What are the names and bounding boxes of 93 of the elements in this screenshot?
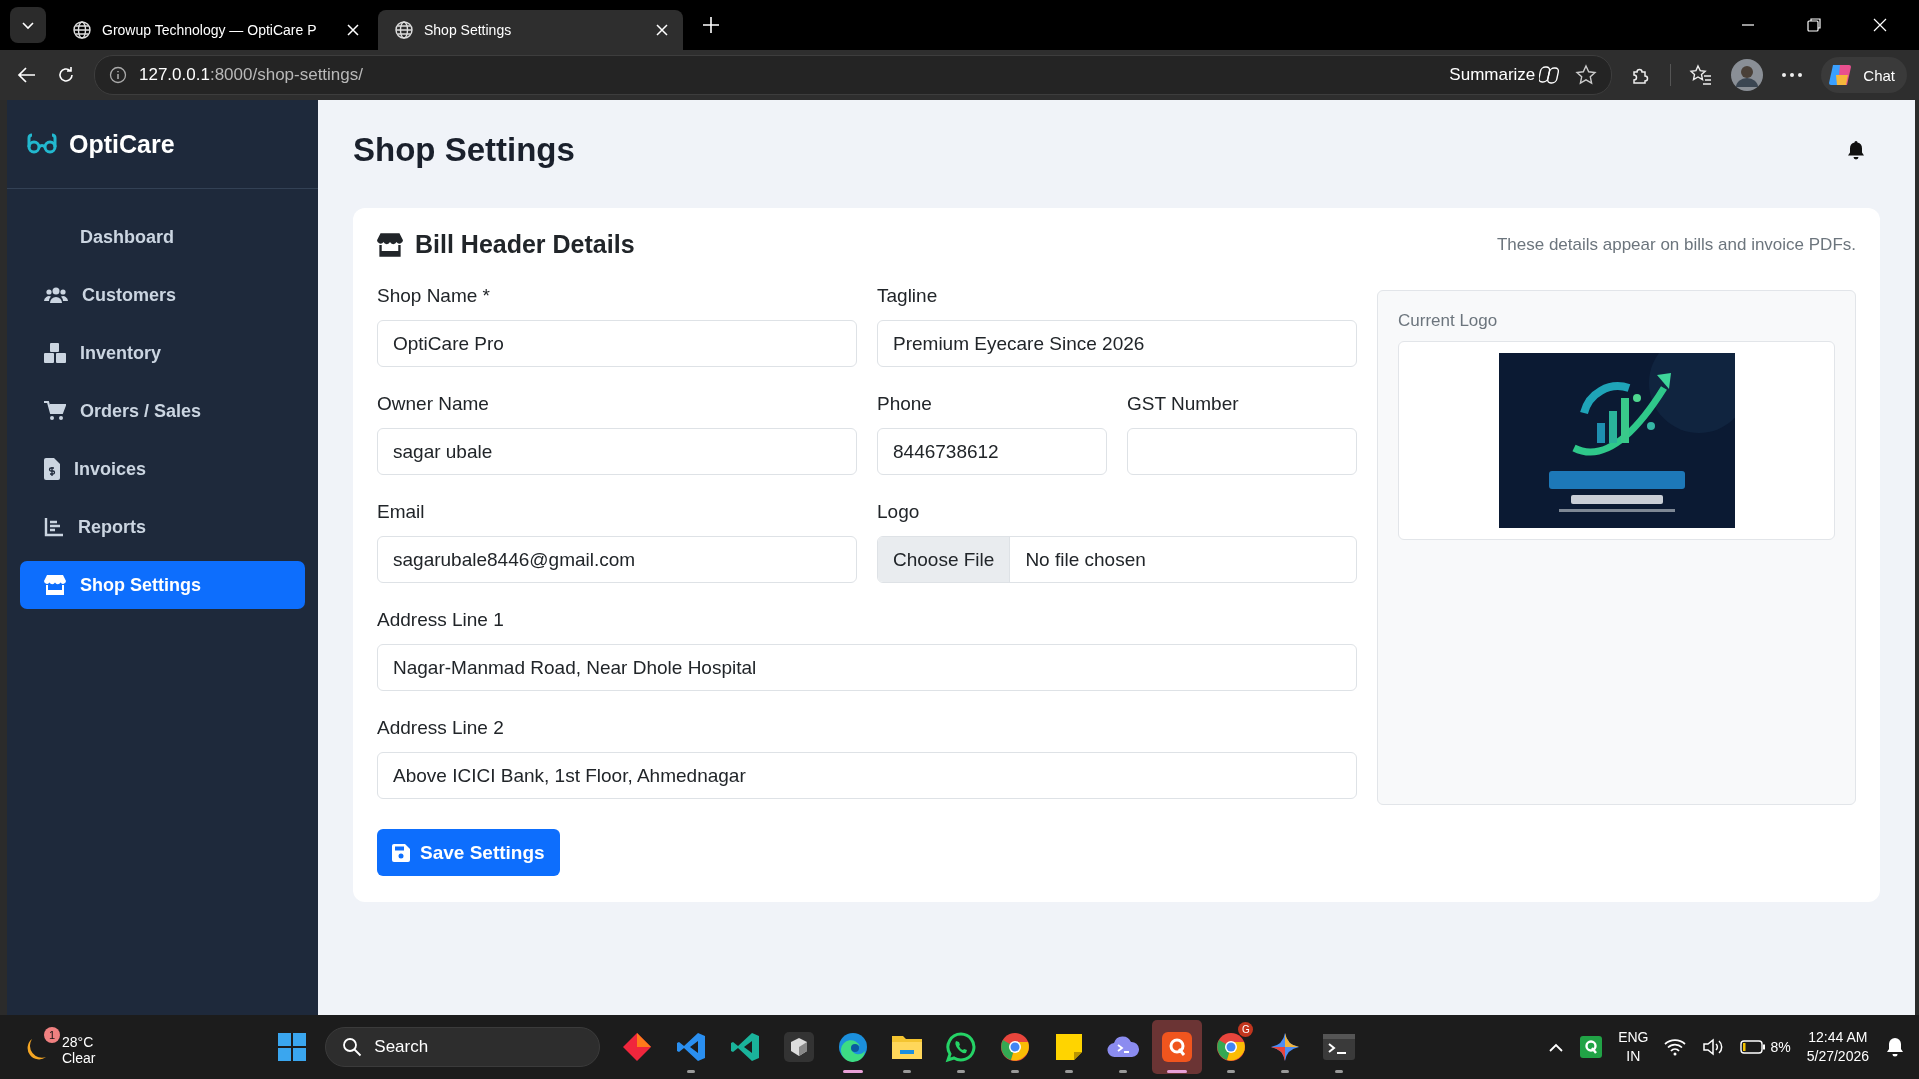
sidebar-item[interactable]: Shop Settings bbox=[20, 561, 305, 609]
sidebar-item[interactable]: Customers bbox=[20, 271, 305, 319]
wifi-icon[interactable] bbox=[1664, 1038, 1687, 1056]
summarize-button[interactable]: Summarize bbox=[1449, 65, 1536, 85]
sidebar-item[interactable]: Inventory bbox=[20, 329, 305, 377]
folder-icon bbox=[891, 1033, 924, 1061]
restore-icon[interactable] bbox=[1807, 18, 1821, 32]
brand-name: OptiCare bbox=[69, 129, 175, 159]
taskbar-app[interactable] bbox=[1152, 1020, 1203, 1074]
windows-start-icon[interactable] bbox=[277, 1032, 308, 1062]
cart-icon bbox=[44, 400, 66, 422]
favorites-icon[interactable] bbox=[1689, 64, 1714, 86]
chrome-icon bbox=[999, 1031, 1032, 1063]
star-icon[interactable] bbox=[1575, 64, 1598, 86]
card-title: Bill Header Details bbox=[415, 230, 635, 259]
language-indicator[interactable]: ENG IN bbox=[1618, 1028, 1649, 1066]
field-label: Email bbox=[377, 501, 426, 523]
field-label: GST Number bbox=[1127, 393, 1240, 415]
browser-icon bbox=[837, 1031, 870, 1063]
temperature-text: 28°C bbox=[62, 1034, 95, 1050]
input-field[interactable]: sagar ubale bbox=[377, 428, 857, 475]
weather-condition: Clear bbox=[62, 1050, 96, 1066]
notification-badge: 1 bbox=[44, 1027, 60, 1043]
taskbar-app[interactable]: G bbox=[1206, 1020, 1257, 1074]
sidebar-item[interactable]: Invoices bbox=[20, 445, 305, 493]
field-label: Address Line 2 bbox=[377, 717, 505, 739]
code-editor-icon bbox=[729, 1031, 762, 1063]
sidebar-item[interactable]: Dashboard bbox=[20, 213, 305, 261]
field-label: Owner Name bbox=[377, 393, 490, 415]
boxes-icon bbox=[44, 342, 66, 364]
more-icon[interactable] bbox=[1781, 72, 1804, 78]
input-field[interactable] bbox=[1127, 428, 1357, 475]
info-icon bbox=[109, 66, 127, 84]
close-icon[interactable] bbox=[346, 23, 360, 37]
sticky-note-icon bbox=[1054, 1032, 1085, 1062]
weather-widget[interactable]: 1 28°C Clear bbox=[24, 1025, 96, 1069]
field-label: Tagline bbox=[877, 285, 939, 307]
invoice-icon bbox=[44, 458, 60, 480]
globe-icon bbox=[72, 20, 92, 40]
browser-tab[interactable]: Shop Settings bbox=[378, 10, 683, 50]
input-field[interactable]: sagarubale8446@gmail.com bbox=[377, 536, 857, 583]
clock[interactable]: 12:44 AM 5/27/2026 bbox=[1806, 1028, 1869, 1066]
taskbar-search-field[interactable]: Search bbox=[325, 1027, 601, 1067]
address-field[interactable]: 127.0.0.1:8000/shop-settings/ Summarize bbox=[94, 55, 1613, 95]
chevron-up-icon[interactable] bbox=[1548, 1042, 1565, 1052]
new-tab-icon[interactable] bbox=[701, 15, 721, 35]
bell-icon[interactable] bbox=[1847, 140, 1865, 160]
input-field[interactable]: 8446738612 bbox=[877, 428, 1107, 475]
search-icon bbox=[342, 1037, 363, 1057]
q-app-icon[interactable] bbox=[1580, 1036, 1603, 1058]
globe-icon bbox=[394, 20, 414, 40]
save-button[interactable]: Save Settings bbox=[377, 829, 560, 876]
input-field[interactable]: OptiCare Pro bbox=[377, 320, 857, 367]
glasses-icon bbox=[27, 133, 57, 155]
reload-icon[interactable] bbox=[56, 65, 76, 85]
q-app-icon bbox=[1162, 1032, 1193, 1062]
hint-text: These details appear on bills and invoice PDFs. bbox=[1496, 234, 1856, 255]
store-icon bbox=[377, 232, 403, 257]
terminal-icon bbox=[1323, 1034, 1356, 1060]
file-status-text: No file chosen bbox=[1024, 548, 1147, 571]
avatar-icon[interactable] bbox=[1731, 59, 1764, 91]
url-text: 127.0.0.1:8000/shop-settings/ bbox=[139, 65, 363, 85]
volume-icon[interactable] bbox=[1702, 1038, 1725, 1056]
panel-label: Current Logo bbox=[1398, 311, 1499, 331]
field-label: Address Line 1 bbox=[377, 609, 505, 631]
notification-badge: G bbox=[1238, 1022, 1254, 1037]
close-icon[interactable] bbox=[655, 23, 669, 37]
notification-bell-icon[interactable] bbox=[1885, 1037, 1905, 1057]
field-label: Phone bbox=[877, 393, 933, 415]
battery-indicator[interactable]: 8% bbox=[1740, 1039, 1791, 1055]
sidebar-item[interactable]: Orders / Sales bbox=[20, 387, 305, 435]
field-label: Shop Name * bbox=[377, 285, 491, 307]
input-field[interactable]: Above ICICI Bank, 1st Floor, Ahmednagar bbox=[377, 752, 1357, 799]
users-icon bbox=[44, 285, 68, 305]
input-field[interactable]: Nagar-Manmad Road, Near Dhole Hospital bbox=[377, 644, 1357, 691]
page-title: Shop Settings bbox=[353, 131, 575, 169]
code-editor-icon bbox=[675, 1031, 708, 1063]
tab-list-button[interactable] bbox=[10, 7, 46, 43]
chat-bubble-icon bbox=[945, 1031, 978, 1063]
chat-button[interactable]: Chat bbox=[1821, 57, 1907, 93]
input-field[interactable]: Premium Eyecare Since 2026 bbox=[877, 320, 1357, 367]
cube-icon bbox=[784, 1032, 815, 1062]
floppy-icon bbox=[392, 843, 410, 862]
diamond-icon bbox=[621, 1031, 654, 1063]
sidebar-item[interactable]: Reports bbox=[20, 503, 305, 551]
chart-icon bbox=[44, 517, 64, 537]
chrome-icon bbox=[1215, 1031, 1248, 1063]
battery-icon bbox=[1740, 1040, 1767, 1054]
close-icon[interactable] bbox=[1873, 18, 1887, 32]
choose-file-button[interactable]: Choose File bbox=[878, 537, 1011, 582]
browser-tab[interactable]: Growup Technology — OptiCare P bbox=[56, 10, 374, 50]
store-icon bbox=[44, 575, 66, 595]
field-label: Logo bbox=[877, 501, 921, 523]
